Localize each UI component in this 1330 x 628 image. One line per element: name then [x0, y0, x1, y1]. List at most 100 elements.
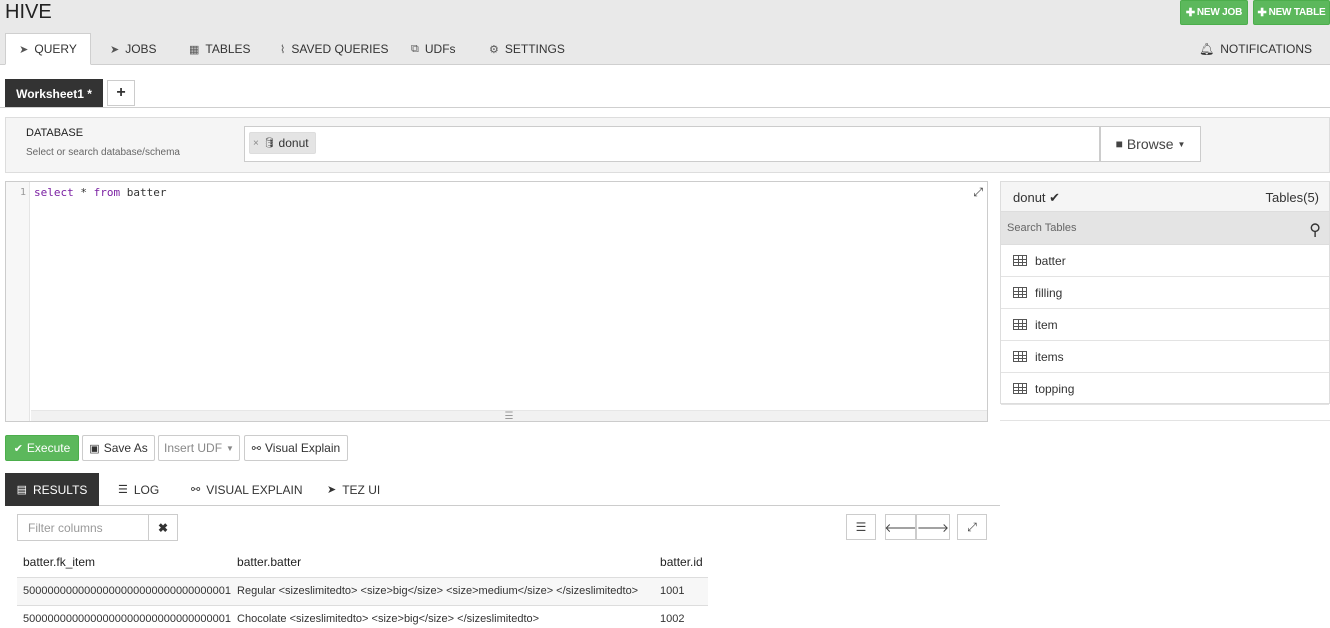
- line-number: 1: [19, 187, 26, 198]
- table-header-row: batter.fk_item batter.batter batter.id: [17, 547, 708, 577]
- tables-count: Tables(5): [1265, 190, 1319, 205]
- tab-visual-explain[interactable]: ⚯ VISUAL EXPLAIN: [191, 473, 302, 506]
- previous-page-button[interactable]: 🡐: [884, 514, 917, 540]
- table-icon: [1013, 351, 1027, 362]
- execute-label: Execute: [26, 441, 71, 455]
- tab-log[interactable]: ☰ LOG: [118, 473, 159, 506]
- tab-tez-ui[interactable]: ➤ TEZ UI: [327, 473, 380, 506]
- save-as-label: Save As: [103, 441, 148, 455]
- table-list-item[interactable]: topping: [1001, 373, 1329, 405]
- tab-results[interactable]: ▤ RESULTS: [5, 473, 99, 506]
- fullscreen-button[interactable]: ⤢: [957, 514, 987, 540]
- divider: [0, 107, 1330, 108]
- tab-log-label: LOG: [133, 482, 160, 497]
- database-label: DATABASE: [26, 127, 84, 139]
- tab-tables-label: TABLES: [205, 42, 251, 56]
- tab-jobs[interactable]: ➤ JOBS: [110, 33, 157, 65]
- query-editor[interactable]: 1 select * from batter ⤢ ☰: [5, 181, 988, 422]
- column-header[interactable]: batter.id: [654, 547, 708, 577]
- panel-database-name: donut ✔: [1013, 190, 1061, 205]
- next-page-button[interactable]: 🡒: [916, 514, 950, 540]
- notifications-label: NOTIFICATIONS: [1220, 42, 1312, 56]
- app-title: HIVE: [5, 1, 52, 23]
- search-icon[interactable]: ⚲: [1309, 220, 1321, 240]
- table-cell: 1001: [654, 576, 708, 605]
- arrow-right-icon: 🡒: [916, 520, 950, 535]
- table-list-item[interactable]: batter: [1001, 245, 1329, 277]
- caret-down-icon: ▼: [226, 443, 234, 453]
- table-cell: Regular <sizeslimitedto> <size>big</size…: [231, 576, 655, 605]
- database-chip[interactable]: × 🛢︎ donut: [249, 132, 316, 154]
- table-list-item[interactable]: filling: [1001, 277, 1329, 309]
- save-as-button[interactable]: ▣ Save As: [82, 435, 155, 461]
- table-name: items: [1035, 349, 1064, 364]
- sql-keyword: select: [34, 186, 74, 199]
- result-tabs: ▤ RESULTS ☰ LOG ⚯ VISUAL EXPLAIN ➤ TEZ U…: [5, 473, 1000, 506]
- new-job-label: NEW JOB: [1196, 7, 1243, 18]
- plus-icon: ✚: [1257, 7, 1267, 19]
- expand-editor-icon[interactable]: ⤢: [973, 185, 983, 200]
- arrow-left-icon: 🡐: [884, 520, 917, 535]
- table-list-item[interactable]: items: [1001, 341, 1329, 373]
- table-cell: 5000000000000000000000000000000001: [17, 576, 232, 605]
- divider: [1000, 420, 1330, 421]
- execute-button[interactable]: ✔ Execute: [5, 435, 79, 461]
- columns-button[interactable]: ☰: [846, 514, 876, 540]
- list-icon: ☰: [118, 484, 128, 496]
- remove-chip-icon[interactable]: ×: [253, 138, 259, 149]
- tab-saved-queries[interactable]: ⌇ SAVED QUERIES: [280, 33, 389, 65]
- tab-query-label: QUERY: [34, 42, 77, 56]
- worksheet-tab[interactable]: Worksheet1 *: [5, 79, 103, 108]
- database-chip-label: donut: [278, 136, 309, 150]
- tab-udfs-label: UDFs: [424, 42, 456, 56]
- new-job-button[interactable]: ✚ NEW JOB: [1180, 0, 1248, 25]
- table-name: batter: [1035, 253, 1066, 268]
- check-icon: ✔: [13, 442, 23, 455]
- table-cell: Chocolate <sizeslimitedto> <size>big</si…: [231, 604, 655, 628]
- new-table-button[interactable]: ✚ NEW TABLE: [1253, 0, 1330, 25]
- notifications-link[interactable]: 🔔︎ NOTIFICATIONS: [1199, 33, 1312, 65]
- file-icon: ▤: [16, 484, 27, 496]
- editor-resize-handle[interactable]: ☰: [31, 410, 987, 422]
- column-header[interactable]: batter.batter: [231, 547, 654, 577]
- folder-icon: ■: [1115, 137, 1123, 151]
- puzzle-icon: ⧉: [411, 42, 419, 55]
- table-icon: [1013, 319, 1027, 330]
- add-worksheet-button[interactable]: +: [107, 80, 135, 106]
- tab-settings[interactable]: ⚙ SETTINGS: [489, 33, 565, 65]
- tab-udfs[interactable]: ⧉ UDFs: [411, 33, 456, 65]
- plus-icon: ✚: [1185, 7, 1195, 19]
- bell-icon: 🔔︎: [1198, 42, 1215, 56]
- browse-button[interactable]: ■ Browse ▼: [1100, 126, 1201, 162]
- top-bar: HIVE ✚ NEW JOB ✚ NEW TABLE ➤ QUERY ➤ JOB…: [0, 0, 1330, 65]
- table-list-item[interactable]: item: [1001, 309, 1329, 341]
- tab-jobs-label: JOBS: [125, 42, 157, 56]
- tab-tables[interactable]: ▦ TABLES: [189, 33, 251, 65]
- sql-keyword: from: [93, 186, 121, 199]
- tab-results-label: RESULTS: [32, 482, 88, 497]
- table-cell: 5000000000000000000000000000000001: [17, 604, 232, 628]
- visual-explain-button[interactable]: ⚯ Visual Explain: [244, 435, 348, 461]
- query-text[interactable]: select * from batter: [34, 186, 166, 199]
- tab-tez-ui-label: TEZ UI: [342, 482, 381, 497]
- clear-filter-button[interactable]: ✖: [148, 514, 178, 541]
- tab-query[interactable]: ➤ QUERY: [5, 33, 91, 65]
- table-icon: ▦: [189, 43, 200, 56]
- filter-columns-input[interactable]: [17, 514, 149, 541]
- close-icon: ✖: [157, 520, 169, 535]
- tab-settings-label: SETTINGS: [504, 42, 565, 56]
- table-row: 5000000000000000000000000000000001 Choco…: [17, 604, 708, 628]
- table-cell: 1002: [654, 604, 708, 628]
- search-tables-input[interactable]: [1001, 212, 1301, 244]
- table-name: topping: [1035, 381, 1075, 396]
- insert-udf-button[interactable]: Insert UDF ▼: [158, 435, 240, 461]
- column-header[interactable]: batter.fk_item: [17, 547, 231, 577]
- paper-plane-icon: ➤: [19, 43, 29, 56]
- database-panel: DATABASE Select or search database/schem…: [5, 117, 1330, 173]
- table-icon: [1013, 383, 1027, 394]
- tab-saved-queries-label: SAVED QUERIES: [291, 42, 389, 56]
- database-select[interactable]: × 🛢︎ donut: [244, 126, 1100, 162]
- link-icon: ⚯: [191, 484, 201, 496]
- editor-gutter: 1: [6, 182, 30, 421]
- list-icon: ☰: [855, 520, 867, 534]
